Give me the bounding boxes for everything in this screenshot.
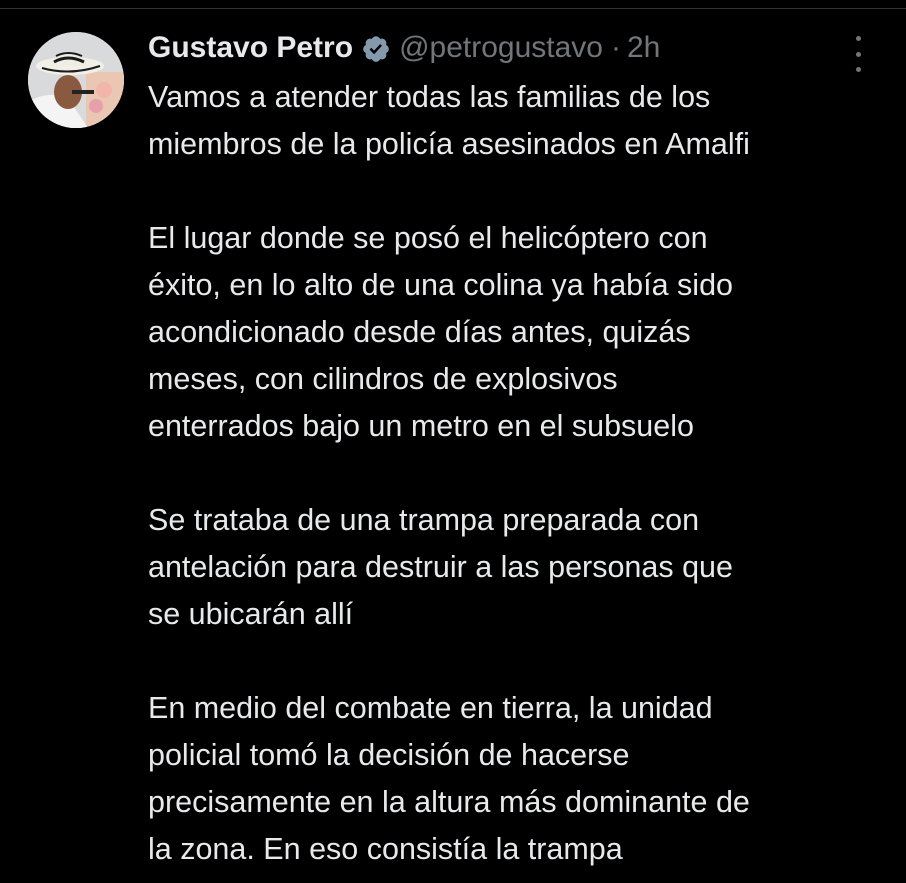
tweet-text: Vamos a atender todas las familias de lo… <box>148 74 888 873</box>
avatar-image <box>28 32 124 128</box>
tweet-timestamp[interactable]: 2h <box>627 26 660 70</box>
tweet-paragraph: En medio del combate en tierra, la unida… <box>148 691 750 866</box>
more-dot <box>855 51 861 57</box>
more-dot <box>855 67 861 72</box>
tweet-paragraph: Se trataba de una trampa preparada con a… <box>148 503 733 631</box>
tweet-header: Gustavo Petro @petrogustavo · 2h <box>148 26 660 70</box>
more-options-icon[interactable] <box>846 36 870 72</box>
author-handle[interactable]: @petrogustavo <box>399 26 603 70</box>
more-dot <box>855 36 861 41</box>
separator-dot: · <box>610 31 621 64</box>
tweet-paragraph: Vamos a atender todas las familias de lo… <box>148 80 750 161</box>
verified-badge-icon <box>361 33 391 63</box>
author-display-name[interactable]: Gustavo Petro <box>148 26 353 70</box>
tweet-paragraph: El lugar donde se posó el helicóptero co… <box>148 221 733 443</box>
tweet[interactable]: Gustavo Petro @petrogustavo · 2h Vamos a… <box>0 0 906 883</box>
author-avatar[interactable] <box>28 32 124 128</box>
